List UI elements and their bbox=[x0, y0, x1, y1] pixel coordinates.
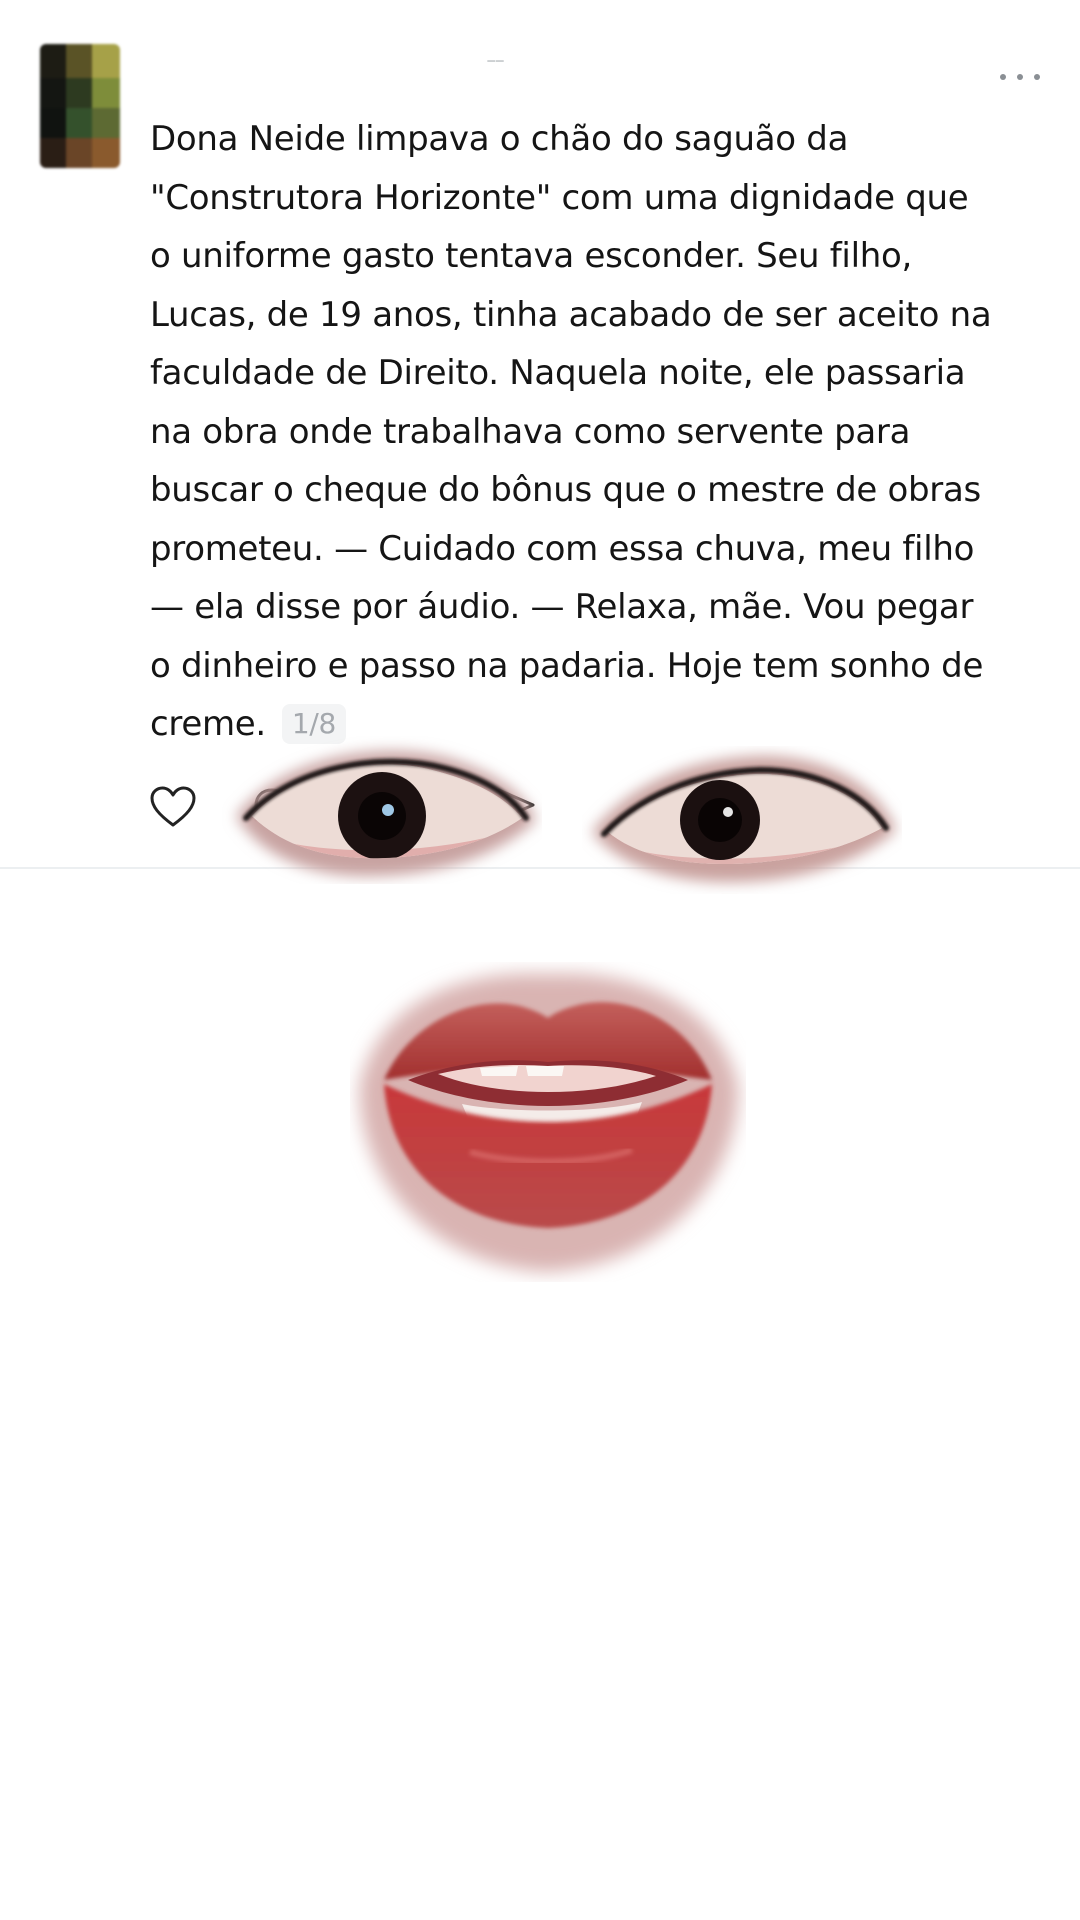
post-text-line: o uniforme gasto tentava esconder. Seu f… bbox=[150, 236, 912, 276]
post-text-line: Dona Neide limpava o chão do saguão da bbox=[150, 119, 849, 159]
avatar[interactable] bbox=[40, 44, 120, 168]
post-text-line: — ela disse por áudio. — Relaxa, mãe. Vo… bbox=[150, 587, 974, 627]
header-mark-icon: ⁻⁻ bbox=[486, 52, 505, 76]
post-text: Dona Neide limpava o chão do saguão da "… bbox=[150, 110, 1050, 754]
post-text-line: Lucas, de 19 anos, tinha acabado de ser … bbox=[150, 294, 992, 335]
post-text-line: o dinheiro e passo na padaria. Hoje tem … bbox=[150, 645, 984, 686]
post-screen: ⁻⁻ Dona Neide limpava o chão do saguão d… bbox=[0, 0, 1080, 1920]
post-text-line: buscar o cheque do bônus que o mestre de… bbox=[150, 470, 981, 510]
right-eye-sticker bbox=[592, 756, 896, 883]
more-dots-icon[interactable] bbox=[1000, 62, 1040, 92]
mouth-sticker bbox=[359, 973, 739, 1272]
post-text-line: "Construtora Horizonte" com uma dignidad… bbox=[150, 177, 969, 218]
post-text-line: na obra onde trabalhava como servente pa… bbox=[150, 411, 911, 452]
post-text-line: prometeu. — Cuidado com essa chuva, meu … bbox=[150, 528, 975, 569]
left-eye-sticker bbox=[236, 751, 536, 877]
heart-icon[interactable] bbox=[150, 786, 196, 828]
post-text-line: faculdade de Direito. Naquela noite, ele… bbox=[150, 353, 966, 393]
